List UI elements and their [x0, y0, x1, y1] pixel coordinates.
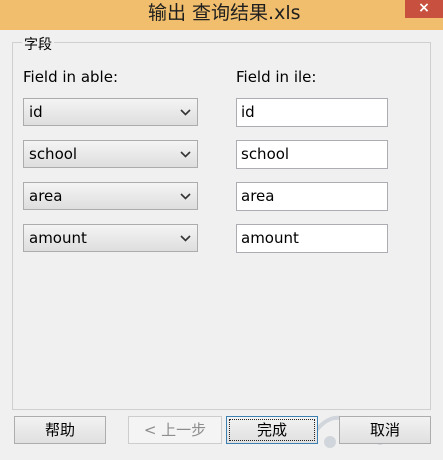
chevron-down-icon: [178, 183, 192, 209]
file-field-header: Field in ile:: [236, 68, 317, 86]
table-field-select-id[interactable]: id: [23, 98, 198, 126]
file-field-input-area[interactable]: area: [236, 182, 388, 211]
close-button[interactable]: ×: [405, 0, 443, 18]
chevron-down-icon: [178, 141, 192, 167]
close-icon: ×: [418, 0, 430, 16]
fields-group-label: 字段: [22, 37, 54, 53]
table-field-select-area[interactable]: area: [23, 182, 198, 210]
help-button[interactable]: 帮助: [14, 416, 106, 444]
table-field-value: amount: [29, 229, 87, 247]
finish-button[interactable]: 完成: [226, 416, 318, 444]
table-field-value: school: [29, 145, 78, 163]
file-field-input-school[interactable]: school: [236, 140, 388, 169]
finish-button-label: 完成: [256, 421, 287, 439]
file-field-value: id: [241, 103, 255, 121]
file-field-value: amount: [241, 229, 299, 247]
file-field-value: school: [241, 145, 290, 163]
file-field-value: area: [241, 187, 275, 205]
prev-step-button[interactable]: < 上一步: [128, 416, 222, 444]
window-title: 输出 查询结果.xls: [148, 2, 301, 24]
file-field-input-id[interactable]: id: [236, 98, 388, 127]
table-field-select-amount[interactable]: amount: [23, 224, 198, 252]
chevron-down-icon: [178, 225, 192, 251]
table-field-value: id: [29, 103, 43, 121]
cancel-button[interactable]: 取消: [339, 416, 431, 444]
table-field-select-school[interactable]: school: [23, 140, 198, 168]
table-field-header: Field in able:: [23, 68, 118, 86]
chevron-down-icon: [178, 99, 192, 125]
dialog-body: 字段 Field in able: Field in ile: id id sc…: [0, 30, 443, 452]
title-bar: 输出 查询结果.xls ×: [0, 0, 443, 30]
table-field-value: area: [29, 187, 63, 205]
file-field-input-amount[interactable]: amount: [236, 224, 388, 253]
